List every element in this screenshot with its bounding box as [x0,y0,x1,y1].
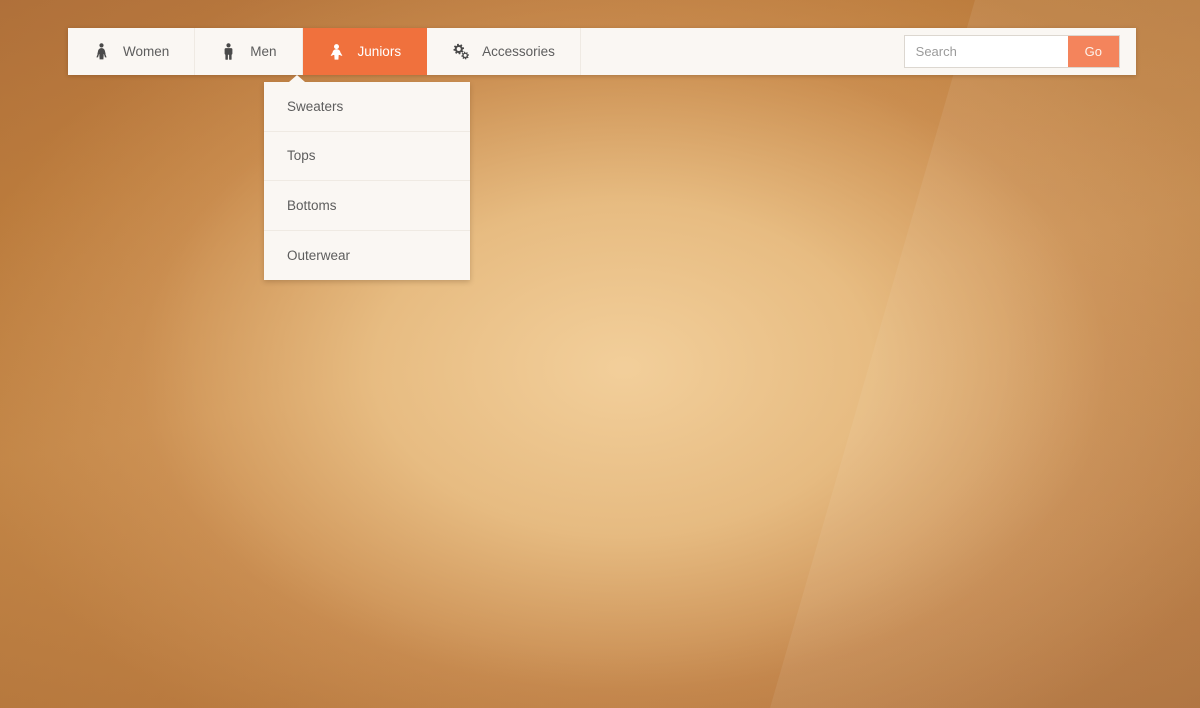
nav-item-women[interactable]: Women [68,28,196,75]
menu-item-sweaters[interactable]: Sweaters [264,82,470,132]
menu-item-label: Outerwear [287,247,351,263]
menu-item-bottoms[interactable]: Bottoms [264,181,470,231]
search-box: Go [903,35,1120,68]
woman-icon [93,43,110,60]
nav-item-men[interactable]: Men [195,28,303,75]
search-go-button[interactable]: Go [1067,36,1119,67]
nav-item-label: Men [250,44,277,59]
nav-item-label: Juniors [357,44,402,59]
dropdown-arrow-icon [289,75,305,82]
nav-item-accessories[interactable]: Accessories [427,28,581,75]
main-navigation-bar: Women Men Juniors Accessories Search Go [68,28,1136,75]
background-vignette [0,0,1200,708]
nav-item-juniors[interactable]: Juniors [302,28,428,75]
menu-item-label: Sweaters [287,98,344,114]
nav-item-label: Women [123,44,170,59]
menu-item-outerwear[interactable]: Outerwear [264,231,470,281]
menu-item-tops[interactable]: Tops [264,132,470,181]
child-icon [328,43,345,60]
juniors-dropdown-menu: Sweaters Tops Bottoms Outerwear [264,75,470,281]
nav-filler [581,28,904,75]
menu-item-label: Tops [287,148,316,164]
menu-item-label: Bottoms [287,197,337,213]
nav-item-label: Accessories [482,44,555,59]
search-input[interactable] [904,36,1068,67]
man-icon [220,43,237,60]
gears-icon [452,43,470,60]
